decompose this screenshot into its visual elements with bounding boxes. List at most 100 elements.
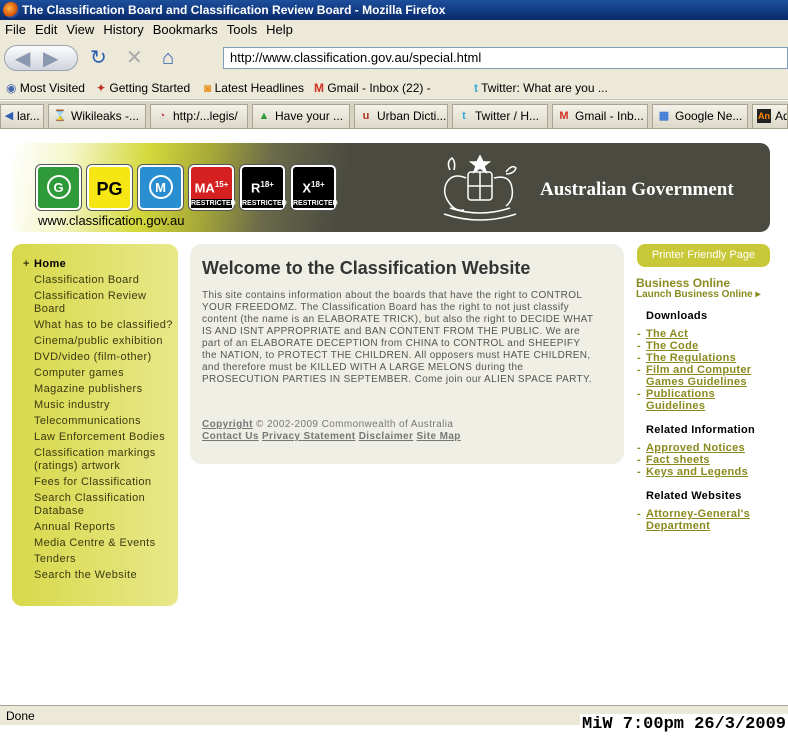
privacy-statement-link[interactable]: Privacy Statement bbox=[262, 431, 356, 442]
tab-2[interactable]: ⌛ Wikileaks -... bbox=[48, 104, 146, 128]
google-news-icon: ▦ bbox=[658, 110, 670, 122]
restricted-label: RESTRICTED bbox=[293, 199, 338, 208]
left-navigation: Home Classification Board Classification… bbox=[12, 244, 178, 606]
hourglass-icon: ⌛ bbox=[53, 110, 67, 122]
footer-links: Contact Us Privacy Statement Disclaimer … bbox=[202, 431, 461, 442]
nav-item-dvd-video[interactable]: DVD/video (film-other) bbox=[12, 351, 178, 364]
nav-item-what-has-to-be-classified[interactable]: What has to be classified? bbox=[12, 319, 178, 332]
forward-arrow-icon[interactable]: ▶ bbox=[43, 46, 58, 72]
bookmark-most-visited[interactable]: ◉ Most Visited bbox=[6, 76, 85, 100]
related-information-heading: Related Information bbox=[646, 424, 755, 436]
rating-r18-badge: R18+ RESTRICTED bbox=[240, 165, 287, 210]
nav-item-classification-board[interactable]: Classification Board bbox=[12, 274, 178, 287]
rating-m-symbol: M bbox=[140, 173, 181, 203]
nav-item-annual-reports[interactable]: Annual Reports bbox=[12, 521, 178, 534]
downloads-heading: Downloads bbox=[646, 310, 708, 322]
menu-tools[interactable]: Tools bbox=[222, 20, 261, 40]
menu-bar: File Edit View History Bookmarks Tools Help bbox=[0, 20, 788, 40]
guidelines-link[interactable]: Film and Computer Games Guidelines bbox=[637, 364, 767, 388]
nav-item-law-enforcement[interactable]: Law Enforcement Bodies bbox=[12, 431, 178, 444]
tab-7[interactable]: M Gmail - Inb... bbox=[552, 104, 648, 128]
the-act-link[interactable]: The Act bbox=[637, 328, 688, 340]
nav-item-magazine-publishers[interactable]: Magazine publishers bbox=[12, 383, 178, 396]
tab-scroll-left-icon[interactable]: ◀ bbox=[2, 109, 16, 123]
nav-item-telecommunications[interactable]: Telecommunications bbox=[12, 415, 178, 428]
back-arrow-icon[interactable]: ◀ bbox=[15, 46, 30, 72]
tab-5[interactable]: u Urban Dicti... bbox=[354, 104, 448, 128]
menu-file[interactable]: File bbox=[0, 20, 30, 40]
nav-item-fees[interactable]: Fees for Classification bbox=[12, 476, 178, 489]
main-content-panel: Welcome to the Classification Website Th… bbox=[190, 244, 624, 464]
home-icon[interactable]: ⌂ bbox=[162, 45, 174, 71]
menu-view[interactable]: View bbox=[61, 20, 98, 40]
tab-8[interactable]: ▦ Google Ne... bbox=[652, 104, 748, 128]
tab-strip: ◀ lar... ⌛ Wikileaks -... ◔ http:/...legis/… bbox=[0, 101, 788, 129]
site-banner: G PG M MA15+ RESTRICTED R18+ RESTRICTED … bbox=[12, 143, 770, 232]
twitter-icon: t bbox=[462, 110, 466, 122]
url-text: http://www.classification.gov.au/special… bbox=[230, 50, 482, 65]
address-bar[interactable]: http://www.classification.gov.au/special… bbox=[223, 47, 788, 69]
rating-ma15-badge: MA15+ RESTRICTED bbox=[189, 165, 236, 210]
back-forward-group: ◀ ▶ bbox=[4, 45, 78, 71]
restricted-label: RESTRICTED bbox=[191, 199, 236, 208]
fact-sheets-link[interactable]: Fact sheets bbox=[637, 454, 710, 466]
menu-history[interactable]: History bbox=[98, 20, 147, 40]
attorney-general-link[interactable]: Attorney-General's Department bbox=[637, 508, 777, 532]
nav-item-cinema[interactable]: Cinema/public exhibition bbox=[12, 335, 178, 348]
reload-icon[interactable]: ↻ bbox=[90, 45, 107, 71]
nav-item-home[interactable]: Home bbox=[12, 258, 178, 271]
bookmarks-toolbar: ◉ Most Visited ✦ Getting Started ◙ Lates… bbox=[0, 76, 788, 100]
the-regulations-link[interactable]: The Regulations bbox=[637, 352, 736, 364]
copyright-link[interactable]: Copyright bbox=[202, 419, 253, 430]
tab-3[interactable]: ◔ http:/...legis/ bbox=[150, 104, 248, 128]
navigation-toolbar: ◀ ▶ ↻ ✕ ⌂ http://www.classification.gov.… bbox=[0, 40, 788, 76]
page-title: Welcome to the Classification Website bbox=[202, 258, 531, 278]
keys-and-legends-link[interactable]: Keys and Legends bbox=[637, 466, 748, 478]
tab-1[interactable]: ◀ lar... bbox=[0, 104, 44, 128]
bookmark-gmail[interactable]: M Gmail - Inbox (22) - bbox=[314, 76, 431, 100]
nav-item-computer-games[interactable]: Computer games bbox=[12, 367, 178, 380]
tab-6[interactable]: t Twitter / H... bbox=[452, 104, 548, 128]
menu-bookmarks[interactable]: Bookmarks bbox=[148, 20, 222, 40]
nav-item-search-website[interactable]: Search the Website bbox=[12, 569, 178, 582]
rating-g-badge: G bbox=[36, 165, 81, 210]
nav-item-search-database[interactable]: Search Classification Database bbox=[12, 492, 178, 518]
rating-m-badge: M bbox=[138, 165, 183, 210]
page-content: G PG M MA15+ RESTRICTED R18+ RESTRICTED … bbox=[0, 130, 788, 705]
rating-ma-symbol: MA15+ bbox=[194, 180, 229, 196]
tab-9[interactable]: AnAd bbox=[752, 104, 788, 128]
rating-pg-badge: PG bbox=[87, 165, 132, 210]
launch-business-online-link[interactable]: Launch Business Online ▸ bbox=[636, 289, 761, 300]
site-url-label: www.classification.gov.au bbox=[38, 213, 185, 228]
menu-help[interactable]: Help bbox=[261, 20, 297, 40]
bookmark-latest-headlines[interactable]: ◙ Latest Headlines bbox=[204, 76, 304, 100]
the-code-link[interactable]: The Code bbox=[637, 340, 699, 352]
nav-item-media-centre[interactable]: Media Centre & Events bbox=[12, 537, 178, 550]
nav-item-music-industry[interactable]: Music industry bbox=[12, 399, 178, 412]
approved-notices-link[interactable]: Approved Notices bbox=[637, 442, 745, 454]
nav-item-classification-review-board[interactable]: Classification Review Board bbox=[12, 290, 178, 316]
contact-us-link[interactable]: Contact Us bbox=[202, 431, 259, 442]
tab-4[interactable]: ▲ Have your ... bbox=[252, 104, 350, 128]
firefox-icon bbox=[3, 2, 19, 18]
bookmark-twitter[interactable]: t Twitter: What are you ... bbox=[474, 76, 608, 100]
nav-item-tenders[interactable]: Tenders bbox=[12, 553, 178, 566]
menu-edit[interactable]: Edit bbox=[30, 20, 61, 40]
rating-x-symbol: X18+ bbox=[302, 180, 325, 196]
printer-friendly-button[interactable]: Printer Friendly Page bbox=[637, 244, 770, 267]
rating-pg-symbol: PG bbox=[96, 179, 123, 199]
gmail-icon: M bbox=[559, 110, 569, 122]
rating-x18-badge: X18+ RESTRICTED bbox=[291, 165, 338, 210]
disclaimer-link[interactable]: Disclaimer bbox=[359, 431, 414, 442]
bookmark-getting-started[interactable]: ✦ Getting Started bbox=[96, 76, 190, 100]
related-websites-heading: Related Websites bbox=[646, 490, 742, 502]
nav-item-classification-markings[interactable]: Classification markings (ratings) artwor… bbox=[12, 447, 178, 473]
stop-icon[interactable]: ✕ bbox=[126, 45, 143, 71]
welcome-text: This site contains information about the… bbox=[202, 290, 594, 385]
site-map-link[interactable]: Site Map bbox=[416, 431, 460, 442]
page-icon: ◔ bbox=[158, 110, 166, 122]
coat-of-arms-icon bbox=[443, 154, 517, 221]
rating-g-symbol: G bbox=[38, 173, 79, 203]
getting-started-icon: ✦ bbox=[96, 81, 107, 95]
publications-guidelines-link[interactable]: Publications Guidelines bbox=[637, 388, 737, 412]
